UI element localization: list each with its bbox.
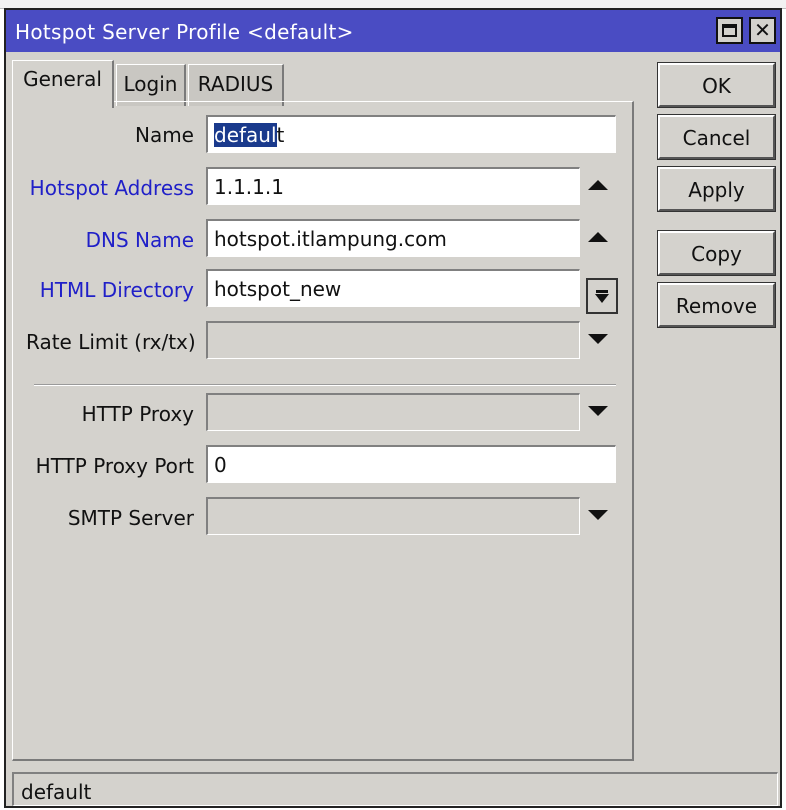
rate-limit-field[interactable] (206, 321, 580, 359)
name-selected-text: defaul (214, 123, 277, 147)
close-button[interactable]: ✕ (749, 17, 776, 44)
maximize-button[interactable] (716, 17, 743, 44)
cancel-button[interactable]: Cancel (657, 114, 776, 160)
maximize-icon (722, 24, 737, 37)
dns-name-label: DNS Name (85, 228, 194, 252)
close-icon: ✕ (754, 18, 771, 42)
hotspot-server-profile-dialog: Hotspot Server Profile <default> ✕ Gener… (4, 8, 782, 808)
name-rest-text: t (276, 123, 285, 147)
dropdown-bar-icon (596, 289, 608, 293)
http-proxy-port-label: HTTP Proxy Port (35, 454, 194, 478)
tab-login[interactable]: Login (116, 64, 186, 106)
http-proxy-field[interactable] (206, 393, 580, 431)
hotspot-address-collapse-icon[interactable] (588, 180, 608, 190)
copy-button[interactable]: Copy (657, 230, 776, 276)
name-field[interactable]: default (206, 115, 616, 153)
tab-radius[interactable]: RADIUS (188, 64, 284, 106)
smtp-server-label: SMTP Server (67, 506, 194, 530)
html-directory-label: HTML Directory (39, 278, 194, 302)
http-proxy-expand-icon[interactable] (588, 406, 608, 416)
name-label: Name (134, 123, 194, 147)
rate-limit-expand-icon[interactable] (588, 334, 608, 344)
html-directory-dropdown-button[interactable] (586, 278, 618, 314)
hotspot-address-field[interactable]: 1.1.1.1 (206, 167, 580, 205)
window-title: Hotspot Server Profile <default> (15, 20, 354, 44)
smtp-server-field[interactable] (206, 497, 580, 535)
http-proxy-port-field[interactable]: 0 (206, 445, 616, 483)
dns-name-field[interactable]: hotspot.itlampung.com (206, 219, 580, 257)
rate-limit-label: Rate Limit (rx/tx) (26, 330, 194, 354)
tab-general[interactable]: General (12, 60, 114, 108)
hotspot-address-label: Hotspot Address (29, 176, 194, 200)
status-bar: default (12, 772, 778, 806)
smtp-server-expand-icon[interactable] (588, 510, 608, 520)
http-proxy-label: HTTP Proxy (81, 402, 194, 426)
remove-button[interactable]: Remove (657, 282, 776, 328)
ok-button[interactable]: OK (657, 62, 776, 108)
section-divider (34, 384, 616, 386)
apply-button[interactable]: Apply (657, 166, 776, 212)
title-bar[interactable]: Hotspot Server Profile <default> ✕ (6, 10, 780, 52)
html-directory-field[interactable]: hotspot_new (206, 269, 580, 307)
dropdown-arrow-icon (595, 293, 609, 303)
dns-name-collapse-icon[interactable] (588, 232, 608, 242)
